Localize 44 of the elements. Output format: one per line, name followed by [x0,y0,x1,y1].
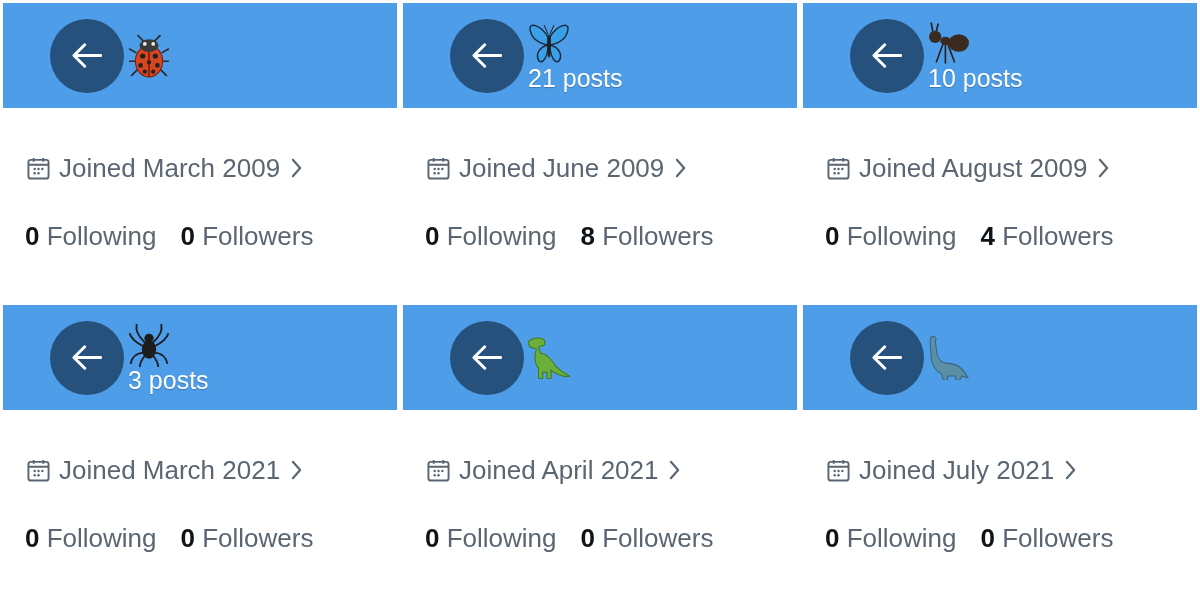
calendar-icon [827,156,850,180]
post-count: 3 posts [128,366,209,393]
post-count: 21 posts [528,64,623,91]
followers-link[interactable]: 0 Followers [180,221,314,251]
joined-date: Joined July 2021 [859,455,1055,485]
left-arrow-icon [872,43,902,68]
calendar-icon [427,156,450,180]
left-arrow-icon [872,345,902,370]
chevron-icon [291,460,303,480]
calendar-icon [427,458,450,482]
followers-link[interactable]: 4 Followers [980,221,1114,251]
joined-date: Joined March 2021 [59,455,281,485]
followers-link[interactable]: 0 Followers [180,523,314,553]
calendar-icon [827,458,850,482]
chevron-icon [1098,158,1110,178]
joined-date: Joined April 2021 [459,455,659,485]
followers-link[interactable]: 0 Followers [580,523,714,553]
calendar-icon [27,156,50,180]
ladybug-icon [128,33,170,78]
left-arrow-icon [72,43,102,68]
following-link[interactable]: 0 Following [425,523,557,553]
following-link[interactable]: 0 Following [25,523,157,553]
dinosaur-icon [928,335,970,380]
chevron-icon [291,158,303,178]
joined-date: Joined March 2009 [59,153,281,183]
following-link[interactable]: 0 Following [425,221,557,251]
followers-link[interactable]: 8 Followers [580,221,714,251]
left-arrow-icon [472,43,502,68]
left-arrow-icon [472,345,502,370]
post-count: 10 posts [928,64,1023,91]
following-link[interactable]: 0 Following [25,221,157,251]
ant-icon [928,20,970,65]
following-link[interactable]: 0 Following [825,523,957,553]
dinosaur-icon [528,335,570,380]
followers-link[interactable]: 0 Followers [980,523,1114,553]
joined-date: Joined June 2009 [459,153,665,183]
following-link[interactable]: 0 Following [825,221,957,251]
spider-icon [128,322,170,367]
chevron-icon [1065,460,1077,480]
left-arrow-icon [72,345,102,370]
joined-date: Joined August 2009 [859,153,1088,183]
chevron-icon [675,158,687,178]
calendar-icon [27,458,50,482]
chevron-icon [669,460,681,480]
